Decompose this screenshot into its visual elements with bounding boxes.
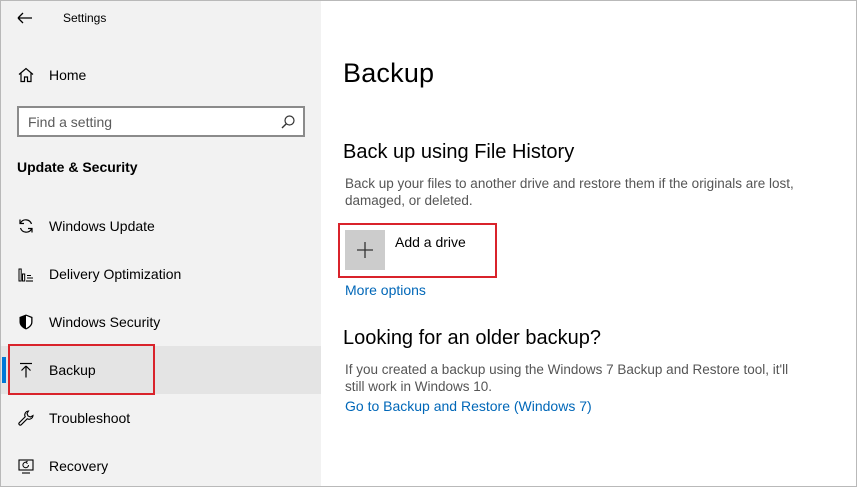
window-border <box>0 0 857 487</box>
